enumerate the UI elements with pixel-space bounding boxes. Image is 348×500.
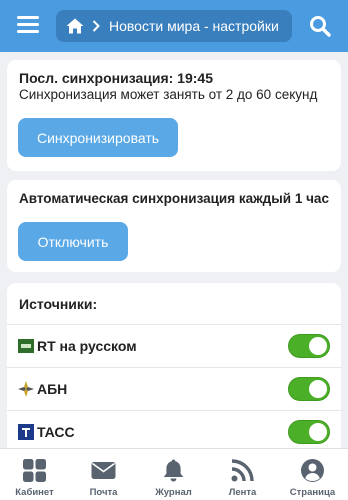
rss-icon — [231, 459, 254, 482]
toggle-rt[interactable] — [288, 334, 330, 358]
auto-sync-card: Автоматическая синхронизация каждый 1 ча… — [7, 180, 341, 272]
home-icon — [66, 18, 84, 34]
toggle-tass[interactable] — [288, 420, 330, 444]
nav-item-journal[interactable]: Журнал — [139, 449, 208, 500]
source-row-tass: ТАСС — [7, 410, 341, 453]
chevron-right-icon — [92, 20, 100, 32]
search-icon[interactable] — [309, 15, 331, 37]
source-row-rt: RT на русском — [7, 324, 341, 367]
nav-item-page[interactable]: Страница — [278, 449, 347, 500]
sync-button[interactable]: Синхронизировать — [18, 118, 178, 157]
envelope-icon — [91, 462, 116, 479]
auto-sync-title: Автоматическая синхронизация каждый 1 ча… — [19, 191, 329, 206]
sources-title: Источники: — [19, 296, 98, 312]
source-name: RT на русском — [37, 338, 137, 354]
toggle-abn[interactable] — [288, 377, 330, 401]
disable-auto-sync-button[interactable]: Отключить — [18, 222, 128, 261]
nav-item-mail[interactable]: Почта — [69, 449, 138, 500]
breadcrumb-label: Новости мира - настройки — [109, 18, 279, 34]
abn-logo-icon — [18, 381, 34, 397]
nav-item-feed[interactable]: Лента — [208, 449, 277, 500]
last-sync-title: Посл. синхронизация: 19:45 — [19, 70, 213, 86]
grid-icon — [23, 459, 46, 482]
rt-logo-icon — [18, 339, 34, 353]
sync-card: Посл. синхронизация: 19:45 Синхронизация… — [7, 60, 341, 171]
user-icon — [301, 459, 324, 482]
source-name: ТАСС — [37, 424, 75, 440]
source-name: АБН — [37, 381, 68, 397]
top-bar: Новости мира - настройки — [0, 0, 348, 52]
nav-label: Лента — [228, 487, 257, 498]
sources-card: Источники: RT на русском АБН ТАСС — [7, 283, 341, 463]
sync-description: Синхронизация может занять от 2 до 60 се… — [19, 87, 318, 102]
source-row-abn: АБН — [7, 367, 341, 410]
bell-icon — [163, 459, 184, 482]
tass-logo-icon — [18, 424, 34, 440]
bottom-nav: Кабинет Почта Журнал Лента Страница — [0, 448, 348, 500]
nav-label: Страница — [289, 487, 336, 498]
menu-icon[interactable] — [17, 15, 39, 34]
nav-label: Журнал — [155, 487, 192, 498]
nav-label: Почта — [89, 487, 118, 498]
nav-label: Кабинет — [15, 487, 54, 498]
nav-item-cabinet[interactable]: Кабинет — [0, 449, 69, 500]
breadcrumb[interactable]: Новости мира - настройки — [56, 10, 292, 42]
